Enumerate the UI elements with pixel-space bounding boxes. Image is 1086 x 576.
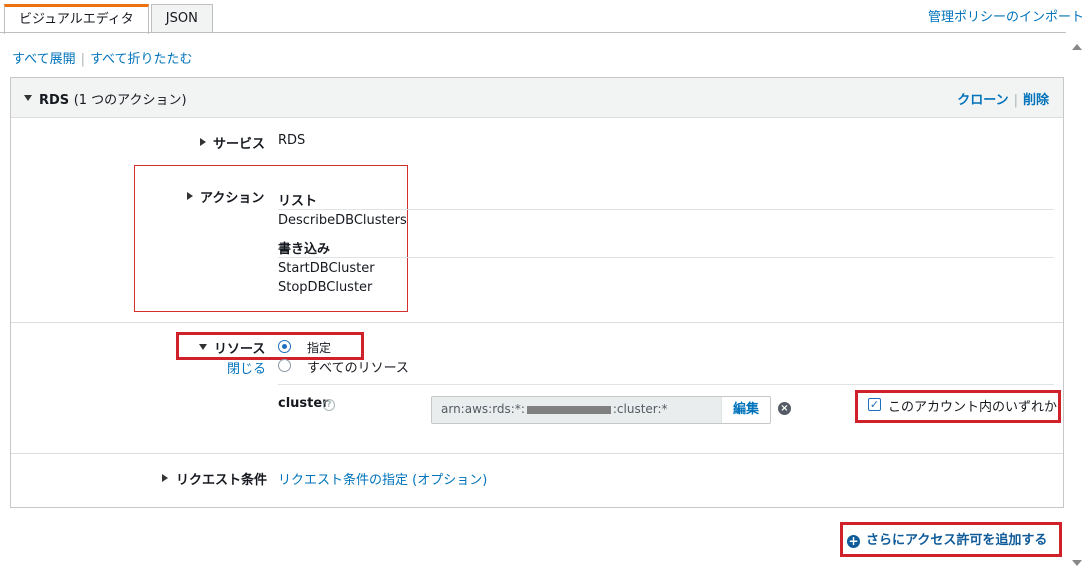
expand-caret-icon[interactable]: [187, 192, 193, 200]
scroll-down-arrow-icon[interactable]: [1072, 560, 1082, 566]
panel-actions: クローン | 削除: [957, 89, 1049, 108]
action-group-heading: リスト: [278, 194, 318, 209]
expand-caret-icon[interactable]: [200, 138, 206, 146]
group-divider: [278, 209, 1054, 210]
conditions-label[interactable]: リクエスト条件: [176, 469, 267, 488]
vertical-scrollbar[interactable]: [1068, 34, 1086, 576]
panel-title: RDS (1 つのアクション): [39, 89, 187, 108]
separator: |: [1013, 93, 1018, 108]
expand-all-link[interactable]: すべて展開: [12, 52, 76, 67]
tab-visual-editor[interactable]: ビジュアルエディタ: [4, 4, 149, 34]
service-label[interactable]: サービス: [213, 133, 265, 152]
separator: |: [80, 52, 85, 67]
add-permissions-button[interactable]: + さらにアクセス許可を追加する: [847, 529, 1047, 548]
arn-edit-button[interactable]: 編集: [721, 397, 770, 423]
expand-collapse-bar: すべて展開 | すべて折りたたむ: [12, 48, 193, 67]
resources-label[interactable]: リソース: [214, 338, 265, 357]
arn-field[interactable]: arn:aws:rds:*: :cluster:* 編集: [431, 396, 771, 424]
radio-specific-label[interactable]: 指定: [307, 339, 331, 356]
tabs-underline: [0, 32, 1066, 33]
editor-tabs: ビジュアルエディタ JSON: [4, 4, 215, 34]
action-item: DescribeDBClusters: [278, 213, 407, 228]
radio-all-resources[interactable]: [278, 359, 291, 372]
service-name: RDS: [39, 93, 70, 108]
scroll-up-arrow-icon[interactable]: [1072, 44, 1082, 50]
group-divider: [278, 257, 1054, 258]
service-value: RDS: [278, 133, 306, 148]
collapse-all-link[interactable]: すべて折りたたむ: [90, 52, 193, 67]
radio-specific[interactable]: [278, 340, 291, 353]
resource-divider: [278, 384, 1054, 385]
arn-suffix: :cluster:*: [612, 402, 668, 416]
delete-link[interactable]: 削除: [1023, 93, 1049, 108]
action-group-heading: 書き込み: [278, 242, 331, 257]
redacted-account-id: [526, 405, 611, 414]
any-in-account-label[interactable]: このアカウント内のいずれか: [888, 396, 1057, 415]
actions-label[interactable]: アクション: [200, 187, 264, 206]
collapse-caret-icon[interactable]: [24, 95, 32, 101]
action-item: StartDBCluster: [278, 261, 375, 276]
add-permissions-label: さらにアクセス許可を追加する: [866, 533, 1048, 548]
tab-json[interactable]: JSON: [150, 4, 213, 33]
conditions-link[interactable]: リクエスト条件の指定 (オプション): [278, 469, 487, 488]
action-count: (1 つのアクション): [73, 93, 187, 108]
resource-type-label: cluster: [278, 396, 329, 411]
close-link[interactable]: 閉じる: [227, 358, 266, 377]
arn-prefix: arn:aws:rds:*:: [441, 402, 525, 416]
radio-all-resources-label[interactable]: すべてのリソース: [307, 357, 409, 376]
plus-circle-icon: +: [847, 534, 860, 548]
help-icon[interactable]: ?: [323, 399, 335, 411]
section-divider: [11, 453, 1063, 454]
panel-header[interactable]: RDS (1 つのアクション) クローン | 削除: [11, 78, 1063, 118]
import-managed-policy-link[interactable]: 管理ポリシーのインポート: [928, 6, 1084, 25]
action-item: StopDBCluster: [278, 280, 373, 295]
arn-value: arn:aws:rds:*: :cluster:*: [432, 397, 721, 423]
section-divider: [11, 322, 1063, 323]
clone-link[interactable]: クローン: [957, 93, 1008, 108]
collapse-caret-icon[interactable]: [199, 344, 207, 350]
x-circle-icon[interactable]: ×: [778, 402, 791, 415]
expand-caret-icon[interactable]: [162, 474, 168, 482]
checkmark-icon[interactable]: ✓: [868, 398, 881, 411]
